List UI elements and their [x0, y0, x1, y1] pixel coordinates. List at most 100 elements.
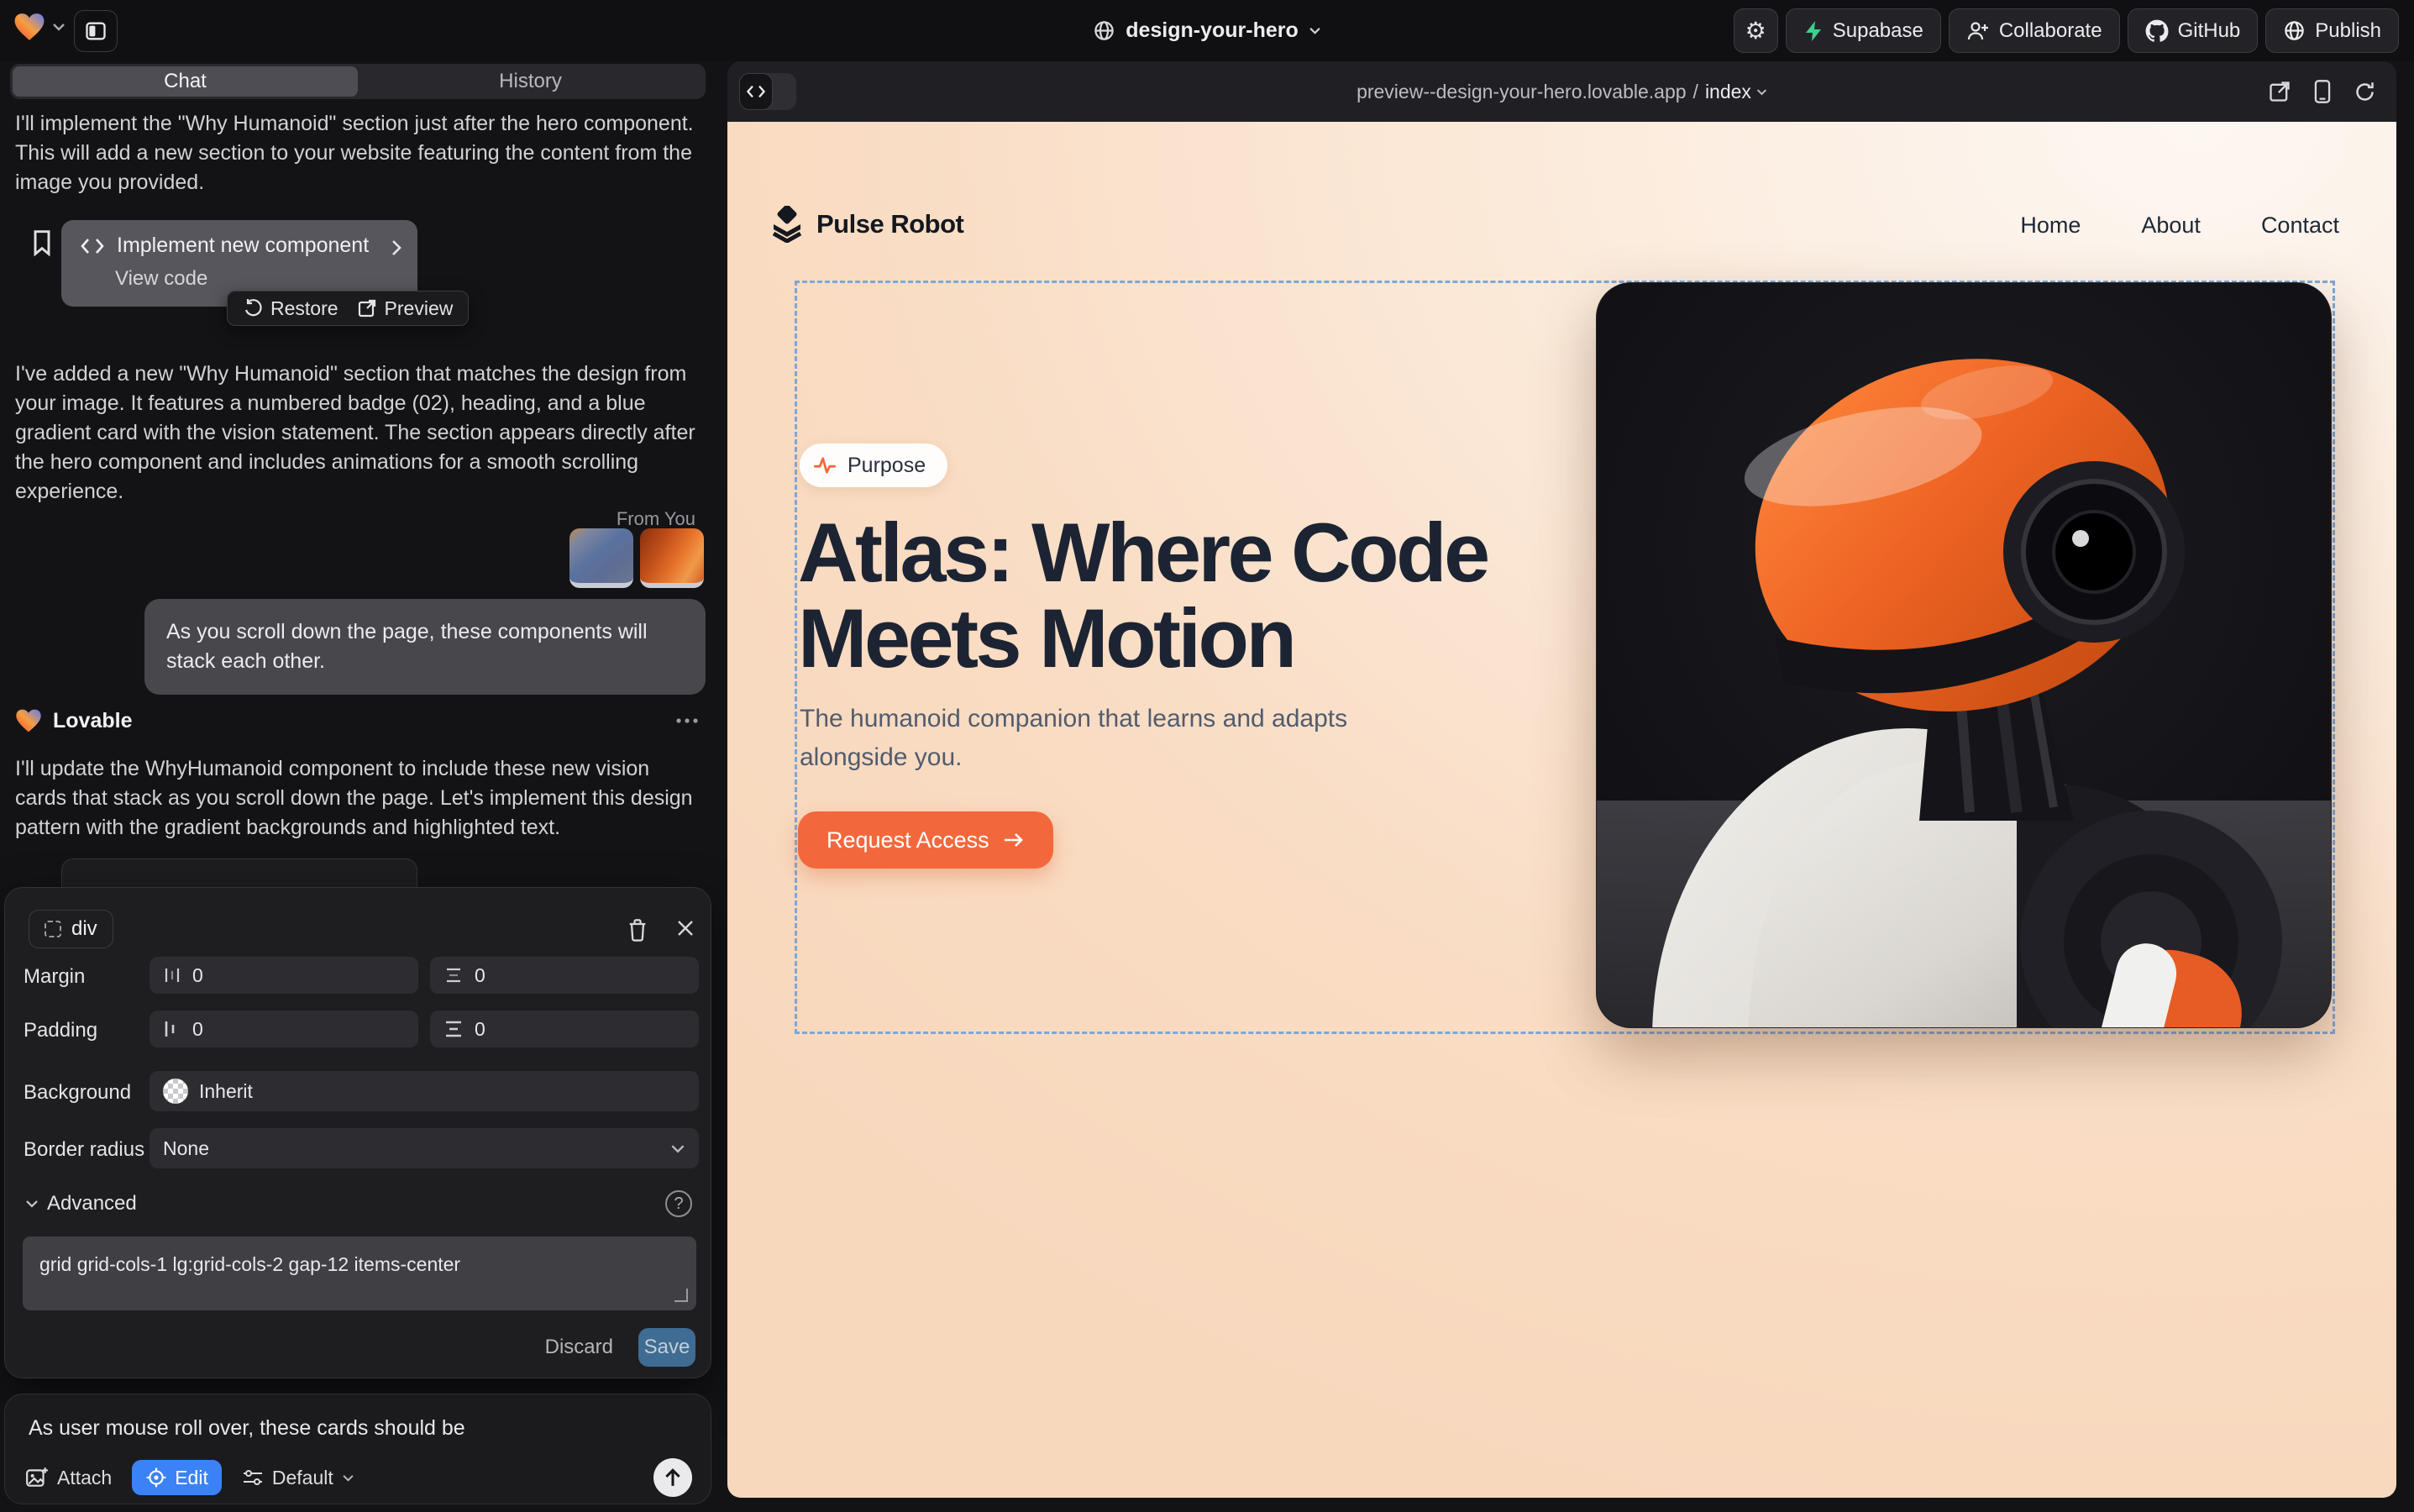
- discard-button[interactable]: Discard: [545, 1336, 613, 1359]
- preview-page-selector[interactable]: index: [1705, 81, 1767, 103]
- padding-x-icon: [163, 1019, 181, 1039]
- globe-icon: [1093, 19, 1115, 42]
- chevron-down-icon: [1756, 88, 1767, 96]
- delete-element-button[interactable]: [627, 918, 648, 942]
- chat-sidebar: Chat History I'll implement the "Why Hum…: [0, 61, 719, 1512]
- chat-history-tabs: Chat History: [10, 64, 706, 99]
- assistant-message-3: I'll update the WhyHumanoid component to…: [15, 754, 699, 843]
- chat-composer[interactable]: As user mouse roll over, these cards sho…: [4, 1394, 711, 1504]
- attach-image-icon: [25, 1466, 49, 1489]
- save-button[interactable]: Save: [638, 1328, 695, 1367]
- hero-robot-image: [1596, 282, 2332, 1028]
- composer-input[interactable]: As user mouse roll over, these cards sho…: [29, 1416, 465, 1441]
- component-card-title: Implement new component: [117, 234, 369, 258]
- chevron-down-icon: [1309, 27, 1321, 34]
- model-mode-selector[interactable]: Default: [242, 1467, 354, 1489]
- more-options-icon[interactable]: [675, 717, 699, 724]
- assistant-name: Lovable: [53, 709, 132, 733]
- padding-y-input[interactable]: 0: [430, 1011, 699, 1047]
- advanced-toggle[interactable]: Advanced ?: [25, 1190, 692, 1217]
- attachment-thumbnail-blue[interactable]: [569, 528, 633, 588]
- send-button[interactable]: [653, 1458, 692, 1497]
- tab-chat[interactable]: Chat: [13, 66, 358, 97]
- border-radius-select[interactable]: None: [150, 1128, 699, 1168]
- arrow-up-icon: [664, 1467, 682, 1488]
- preview-button[interactable]: Preview: [357, 297, 454, 320]
- code-icon: [80, 238, 105, 255]
- github-icon: [2145, 19, 2169, 43]
- purpose-badge: Purpose: [800, 444, 947, 487]
- collaborate-icon: [1966, 20, 1990, 42]
- site-brand-name: Pulse Robot: [816, 209, 963, 239]
- github-label: GitHub: [2178, 19, 2241, 43]
- trash-icon: [627, 918, 648, 942]
- refresh-button[interactable]: [2354, 81, 2376, 103]
- external-link-icon: [357, 298, 377, 318]
- nav-home[interactable]: Home: [2020, 213, 2081, 239]
- pulse-robot-logo-icon: [769, 206, 805, 243]
- attachment-thumbnail-orange[interactable]: [640, 528, 704, 588]
- padding-label: Padding: [24, 1019, 97, 1042]
- assistant-message-1: I'll implement the "Why Humanoid" sectio…: [15, 109, 699, 197]
- arrow-right-icon: [1003, 832, 1025, 848]
- settings-button[interactable]: ⚙: [1734, 8, 1778, 53]
- background-input[interactable]: Inherit: [150, 1071, 699, 1111]
- collaborate-button[interactable]: Collaborate: [1949, 8, 2120, 53]
- chevron-down-icon: [25, 1200, 39, 1208]
- chevron-down-icon: [670, 1144, 685, 1153]
- mobile-view-button[interactable]: [2313, 79, 2332, 104]
- dashed-box-icon: [45, 921, 61, 937]
- edit-mode-button[interactable]: Edit: [132, 1460, 222, 1495]
- assistant-header: Lovable: [15, 708, 699, 733]
- preview-url-bar[interactable]: preview--design-your-hero.lovable.app / …: [727, 61, 2396, 122]
- margin-y-input[interactable]: 0: [430, 957, 699, 994]
- assistant-message-2: I've added a new "Why Humanoid" section …: [15, 360, 699, 507]
- restore-icon: [243, 298, 263, 318]
- site-logo[interactable]: Pulse Robot: [769, 206, 963, 243]
- publish-globe-icon: [2283, 19, 2306, 42]
- attach-button[interactable]: Attach: [25, 1466, 112, 1489]
- nav-contact[interactable]: Contact: [2261, 213, 2339, 239]
- chevron-down-icon: [342, 1474, 354, 1482]
- margin-y-icon: [443, 966, 464, 984]
- margin-x-icon: [163, 965, 181, 985]
- open-external-button[interactable]: [2268, 80, 2291, 103]
- preview-toolbar: preview--design-your-hero.lovable.app / …: [727, 61, 2396, 122]
- selected-element-tag: div: [71, 917, 97, 941]
- chevron-right-icon: [391, 239, 402, 257]
- transparency-swatch-icon: [163, 1079, 188, 1104]
- border-radius-label: Border radius: [24, 1138, 144, 1162]
- preview-domain: preview--design-your-hero.lovable.app: [1357, 81, 1686, 103]
- resize-handle[interactable]: [674, 1289, 688, 1302]
- bookmark-icon[interactable]: [30, 229, 54, 256]
- robot-illustration: [1597, 283, 2332, 1028]
- pulse-icon: [813, 454, 837, 477]
- advanced-classes-textarea[interactable]: grid grid-cols-1 lg:grid-cols-2 gap-12 i…: [23, 1236, 696, 1310]
- version-actions: Restore Preview: [227, 291, 469, 326]
- close-icon: [675, 918, 695, 938]
- supabase-button[interactable]: Supabase: [1786, 8, 1941, 53]
- background-label: Background: [24, 1081, 131, 1105]
- site-canvas: Pulse Robot Home About Contact Purpose A…: [727, 122, 2396, 1498]
- request-access-button[interactable]: Request Access: [798, 811, 1053, 869]
- publish-label: Publish: [2315, 19, 2381, 43]
- view-code-link[interactable]: View code: [115, 267, 207, 291]
- supabase-label: Supabase: [1833, 19, 1923, 43]
- selected-element-chip[interactable]: div: [29, 910, 113, 948]
- restore-button[interactable]: Restore: [243, 297, 338, 320]
- help-icon[interactable]: ?: [665, 1190, 692, 1217]
- github-button[interactable]: GitHub: [2128, 8, 2259, 53]
- tab-history[interactable]: History: [358, 66, 703, 97]
- target-icon: [145, 1467, 167, 1488]
- lovable-heart-icon: [15, 708, 42, 733]
- padding-x-input[interactable]: 0: [150, 1011, 418, 1047]
- app-topbar: design-your-hero ⚙ Supabase Collaborate …: [0, 0, 2414, 61]
- from-you-label: From You: [617, 508, 695, 530]
- gear-icon: ⚙: [1745, 17, 1766, 45]
- margin-x-input[interactable]: 0: [150, 957, 418, 994]
- close-inspector-button[interactable]: [675, 918, 695, 938]
- publish-button[interactable]: Publish: [2265, 8, 2399, 53]
- nav-about[interactable]: About: [2141, 213, 2201, 239]
- element-inspector-panel: div Margin 0 0 Padding 0 0 Background: [4, 887, 711, 1378]
- hero-subtitle: The humanoid companion that learns and a…: [800, 700, 1379, 777]
